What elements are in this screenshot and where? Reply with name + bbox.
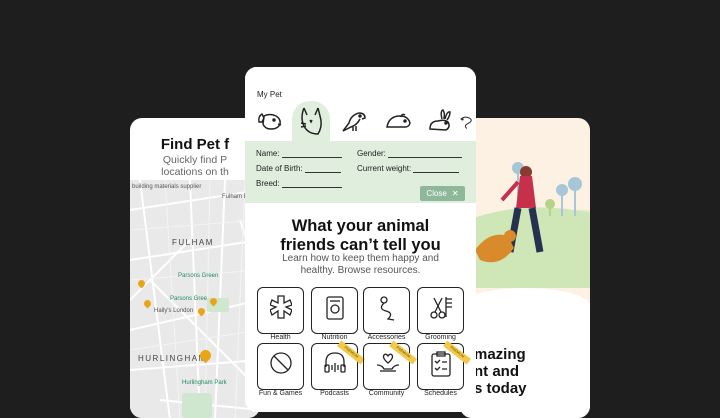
scissors-comb-icon bbox=[430, 297, 452, 319]
pet-selector bbox=[253, 101, 476, 141]
name-label: Name: bbox=[256, 149, 280, 158]
page-description: Learn how to keep them happy and healthy… bbox=[245, 253, 476, 277]
tile-podcasts[interactable]: PREMIUM Podcasts bbox=[311, 340, 365, 397]
medical-star-icon bbox=[270, 295, 292, 319]
gender-input-line[interactable] bbox=[387, 149, 462, 158]
close-icon: ✕ bbox=[451, 189, 459, 198]
tile-community[interactable]: PREMIUM Community bbox=[363, 340, 417, 397]
tile-nutrition[interactable]: Nutrition bbox=[311, 287, 358, 341]
find-pet-title: Find Pet f bbox=[160, 136, 230, 153]
promo-heading: mazing nt and s today bbox=[474, 346, 527, 397]
dob-input-line[interactable] bbox=[304, 164, 341, 173]
dob-field[interactable]: Date of Birth: bbox=[256, 164, 341, 173]
tile-label: Schedules bbox=[424, 390, 457, 397]
find-pet-subtitle: Quickly find P locations on th bbox=[130, 154, 260, 178]
map-label-supplier: building materials supplier bbox=[132, 184, 202, 190]
map-label-fulham-b: Fulham B bbox=[222, 194, 248, 200]
map-label-hurlingham: HURLINGHAM bbox=[138, 354, 207, 363]
food-bag-icon bbox=[326, 296, 344, 320]
promo-line-3: s today bbox=[474, 380, 527, 397]
hands-heart-icon bbox=[376, 353, 400, 372]
tile-accessories[interactable]: Accessories bbox=[363, 287, 410, 341]
map-label-parsons-green: Parsons Gree bbox=[170, 296, 208, 302]
leash-icon bbox=[380, 296, 395, 321]
promo-line-1: mazing bbox=[474, 346, 526, 363]
breed-input-line[interactable] bbox=[281, 179, 342, 188]
tile-label: Health bbox=[270, 334, 291, 341]
checklist-icon bbox=[431, 351, 451, 377]
name-field[interactable]: Name: bbox=[256, 149, 342, 158]
map-label-parsons-green-station: Parsons Green bbox=[178, 273, 219, 279]
name-input-line[interactable] bbox=[281, 149, 342, 158]
reptile-icon[interactable] bbox=[458, 105, 476, 139]
tile-grooming[interactable]: Grooming bbox=[417, 287, 464, 341]
heading-line-1: What your animal bbox=[291, 217, 430, 235]
tile-label: Nutrition bbox=[321, 334, 348, 341]
weight-field[interactable]: Current weight: bbox=[357, 164, 460, 173]
weight-label: Current weight: bbox=[357, 164, 412, 173]
tile-label: Grooming bbox=[425, 334, 456, 341]
subtitle-line-1: Quickly find P bbox=[162, 154, 228, 166]
cat-icon[interactable] bbox=[292, 101, 330, 141]
rodent-icon[interactable] bbox=[381, 105, 415, 139]
map-view[interactable]: building materials supplier Fulham B FUL… bbox=[130, 179, 260, 418]
promo-card[interactable]: mazing nt and s today bbox=[460, 118, 590, 418]
dob-label: Date of Birth: bbox=[256, 164, 303, 173]
my-pet-card[interactable]: My Pet Name: Gender: Date of Birth: Curr… bbox=[245, 67, 476, 412]
find-pet-card[interactable]: Find Pet f Quickly find P locations on t… bbox=[130, 118, 260, 418]
gender-field[interactable]: Gender: bbox=[357, 149, 462, 158]
tile-label: Podcasts bbox=[320, 390, 349, 397]
close-button[interactable]: Close ✕ bbox=[420, 186, 465, 201]
promo-line-2: nt and bbox=[474, 363, 519, 380]
map-label-hally: Hally's London bbox=[154, 308, 194, 314]
rabbit-icon[interactable] bbox=[423, 105, 457, 139]
desc-line-2: healthy. Browse resources. bbox=[300, 265, 421, 276]
breed-label: Breed: bbox=[256, 179, 280, 188]
my-pet-label: My Pet bbox=[257, 90, 282, 99]
close-label: Close bbox=[426, 189, 447, 198]
dog-icon[interactable] bbox=[253, 105, 287, 139]
tile-label: Fun & Games bbox=[258, 390, 303, 397]
bird-icon[interactable] bbox=[337, 105, 371, 139]
map-label-hurlingham-park: Hurlingham Park bbox=[182, 380, 227, 386]
weight-input-line[interactable] bbox=[413, 164, 460, 173]
map-label-fulham: FULHAM bbox=[172, 238, 214, 247]
desc-line-1: Learn how to keep them happy and bbox=[282, 253, 439, 264]
ball-icon bbox=[270, 352, 292, 374]
tile-health[interactable]: Health bbox=[257, 287, 304, 341]
illustration-woman-dog bbox=[460, 162, 590, 288]
gender-label: Gender: bbox=[357, 149, 386, 158]
page-heading: What your animal friends can’t tell you bbox=[245, 217, 476, 255]
headphones-icon bbox=[324, 352, 346, 373]
tile-schedules[interactable]: PREMIUM Schedules bbox=[417, 340, 471, 397]
subtitle-line-2: locations on th bbox=[161, 166, 229, 178]
tile-fun-games[interactable]: Fun & Games bbox=[257, 343, 304, 397]
tile-label: Community bbox=[368, 390, 405, 397]
breed-field[interactable]: Breed: bbox=[256, 179, 342, 188]
tile-label: Accessories bbox=[367, 334, 406, 341]
